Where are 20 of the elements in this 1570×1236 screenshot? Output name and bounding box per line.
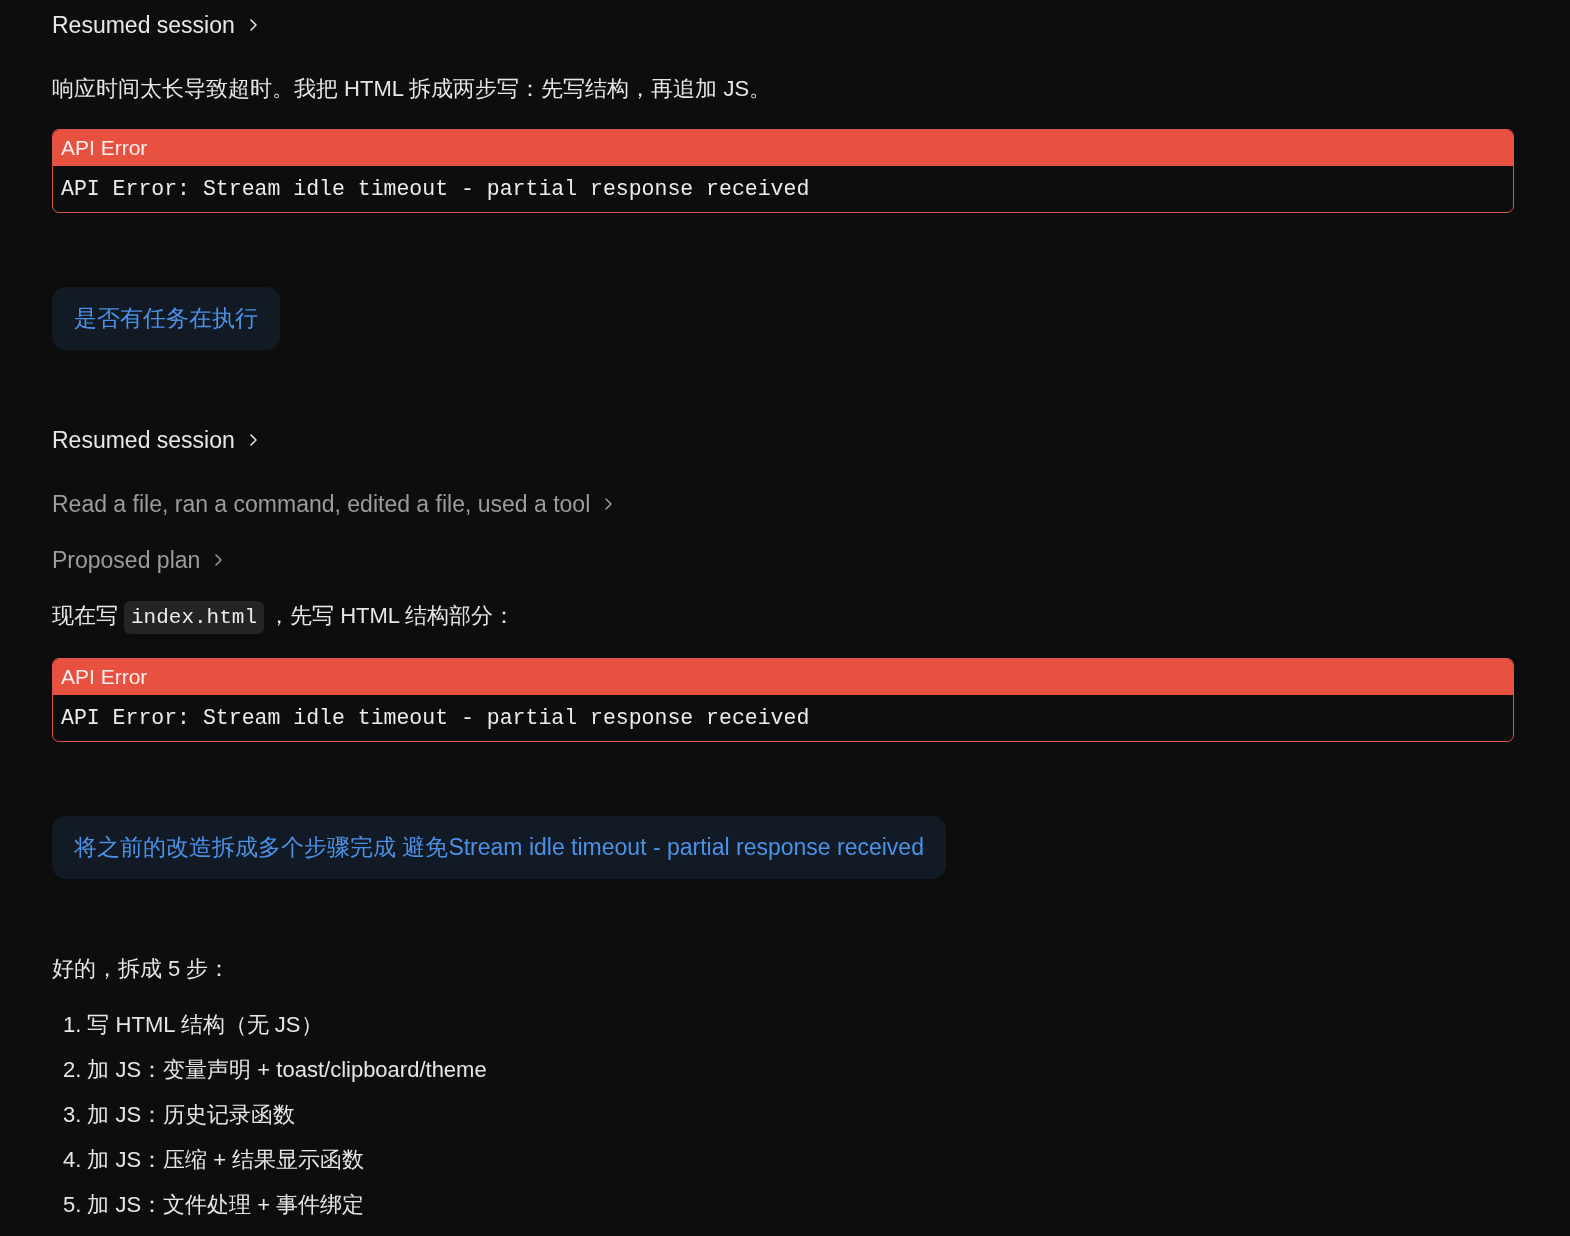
- message-text: 响应时间太长导致超时。我把 HTML 拆成两步写：先写结构，再追加 JS。: [52, 76, 772, 101]
- error-header: API Error: [53, 130, 1513, 166]
- list-item: 5. 加 JS：文件处理 + 事件绑定: [63, 1191, 365, 1219]
- user-message-bubble: 将之前的改造拆成多个步骤完成 避免Stream idle timeout - partial response received: [52, 816, 946, 879]
- error-header: API Error: [53, 659, 1513, 695]
- error-message: API Error: Stream idle timeout - partial response received: [60, 176, 811, 203]
- list-item: 3. 加 JS：历史记录函数: [63, 1101, 296, 1129]
- session-toggle[interactable]: Resumed session: [52, 9, 257, 41]
- list-item: 2. 加 JS：变量声明 + toast/clipboard/theme: [63, 1056, 487, 1084]
- message-text: 现在写: [52, 603, 118, 628]
- activity-summary-toggle[interactable]: Proposed plan: [52, 544, 223, 576]
- list-item: 4. 加 JS：压缩 + 结果显示函数: [63, 1146, 365, 1174]
- message-text: ，先写 HTML 结构部分：: [268, 603, 516, 628]
- error-message: API Error: Stream idle timeout - partial response received: [60, 705, 811, 732]
- message-text: 好的，拆成 5 步：: [52, 956, 231, 981]
- user-message-bubble: 是否有任务在执行: [52, 287, 280, 350]
- activity-summary-toggle[interactable]: Read a file, ran a command, edited a file, used a tool: [52, 488, 613, 520]
- list-item: 1. 写 HTML 结构（无 JS）: [63, 1011, 323, 1039]
- inline-code: index.html: [124, 601, 265, 634]
- session-toggle[interactable]: Resumed session: [52, 424, 257, 456]
